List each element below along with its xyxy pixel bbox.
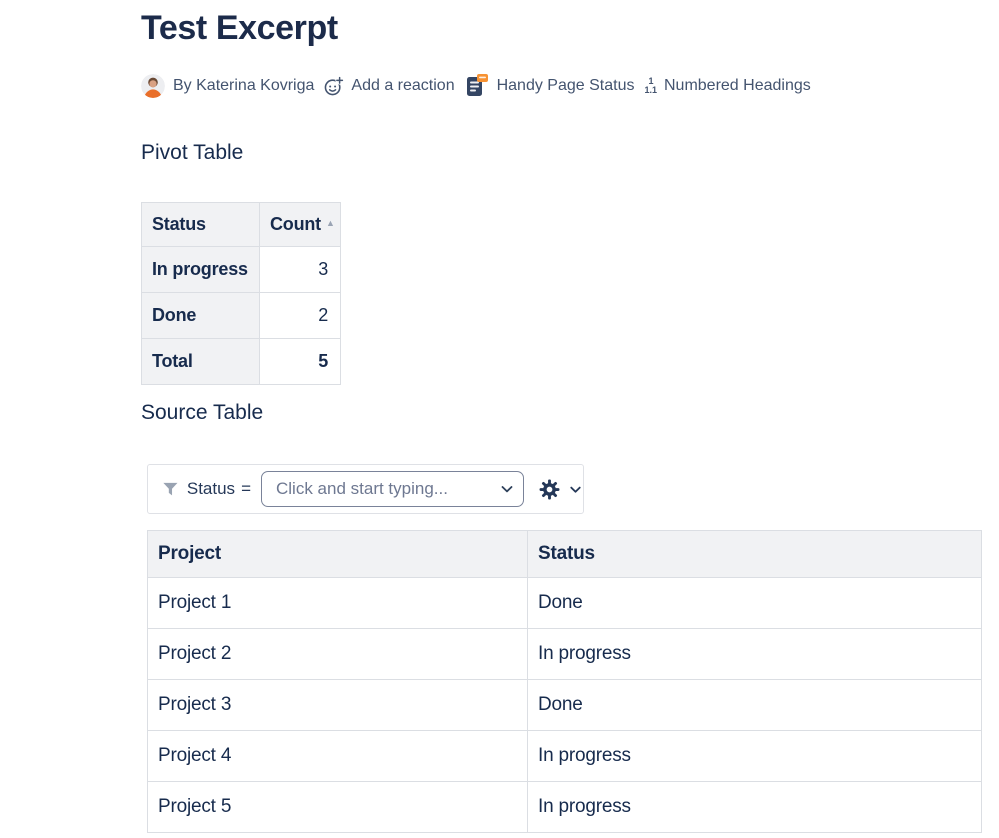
author-avatar[interactable] <box>141 74 165 98</box>
add-reaction-button[interactable]: Add a reaction <box>323 76 454 97</box>
smiley-plus-icon <box>323 76 344 97</box>
table-row: Project 3 Done <box>148 680 982 731</box>
source-header-row: Project Status <box>148 531 982 578</box>
source-col-status: Status <box>528 531 982 578</box>
filter-settings-chevron-button[interactable] <box>568 482 583 497</box>
table-row: Project 4 In progress <box>148 731 982 782</box>
page-status-label: Handy Page Status <box>497 77 635 95</box>
pivot-row-in-progress: In progress 3 <box>142 247 341 293</box>
table-row: Project 2 In progress <box>148 629 982 680</box>
document-badge-icon <box>464 73 490 99</box>
pivot-row-total: Total 5 <box>142 339 341 385</box>
pivot-col-count-label: Count <box>270 214 321 234</box>
pivot-row-label: Done <box>142 293 260 339</box>
byline: By Katerina Kovriga Add a reaction Handy… <box>141 72 811 100</box>
add-reaction-label: Add a reaction <box>351 77 454 95</box>
status-cell: In progress <box>528 731 982 782</box>
chevron-down-icon <box>499 481 515 497</box>
project-cell: Project 2 <box>148 629 528 680</box>
page-status-button[interactable]: Handy Page Status <box>464 73 635 99</box>
page-title: Test Excerpt <box>141 6 338 50</box>
pivot-row-value: 3 <box>260 247 341 293</box>
pivot-row-label: In progress <box>142 247 260 293</box>
table-row: Project 1 Done <box>148 578 982 629</box>
numbered-headings-button[interactable]: 1 1.1 Numbered Headings <box>644 77 810 95</box>
table-row: Project 5 In progress <box>148 782 982 833</box>
author-link[interactable]: By Katerina Kovriga <box>173 77 314 95</box>
pivot-row-value: 2 <box>260 293 341 339</box>
pivot-header-row: Status Count ▲ <box>142 203 341 247</box>
pivot-table: Status Count ▲ In progress 3 Done 2 Total… <box>141 202 341 385</box>
pivot-row-done: Done 2 <box>142 293 341 339</box>
status-cell: In progress <box>528 782 982 833</box>
project-cell: Project 1 <box>148 578 528 629</box>
avatar-image <box>141 74 165 98</box>
filter-value-select[interactable] <box>261 471 524 507</box>
pivot-col-count[interactable]: Count ▲ <box>260 203 341 247</box>
filter-settings-button[interactable] <box>538 478 561 501</box>
numbered-headings-icon: 1 1.1 <box>644 77 657 95</box>
source-table: Project Status Project 1 Done Project 2 … <box>147 530 982 833</box>
pivot-col-status[interactable]: Status <box>142 203 260 247</box>
pivot-row-label: Total <box>142 339 260 385</box>
source-table-heading: Source Table <box>141 400 263 426</box>
filter-value-input[interactable] <box>274 478 499 500</box>
project-cell: Project 4 <box>148 731 528 782</box>
status-cell: Done <box>528 578 982 629</box>
chevron-down-icon <box>568 482 583 497</box>
filter-operator: = <box>241 479 251 499</box>
sort-ascending-icon: ▲ <box>326 218 335 228</box>
filter-field-label: Status <box>187 479 235 499</box>
status-cell: Done <box>528 680 982 731</box>
table-filter-panel: Status = <box>147 464 584 514</box>
gear-icon <box>538 478 561 501</box>
project-cell: Project 5 <box>148 782 528 833</box>
project-cell: Project 3 <box>148 680 528 731</box>
source-col-project: Project <box>148 531 528 578</box>
filter-funnel-icon <box>161 479 180 499</box>
status-cell: In progress <box>528 629 982 680</box>
pivot-row-value: 5 <box>260 339 341 385</box>
numbered-headings-label: Numbered Headings <box>664 77 811 95</box>
pivot-table-heading: Pivot Table <box>141 140 243 166</box>
